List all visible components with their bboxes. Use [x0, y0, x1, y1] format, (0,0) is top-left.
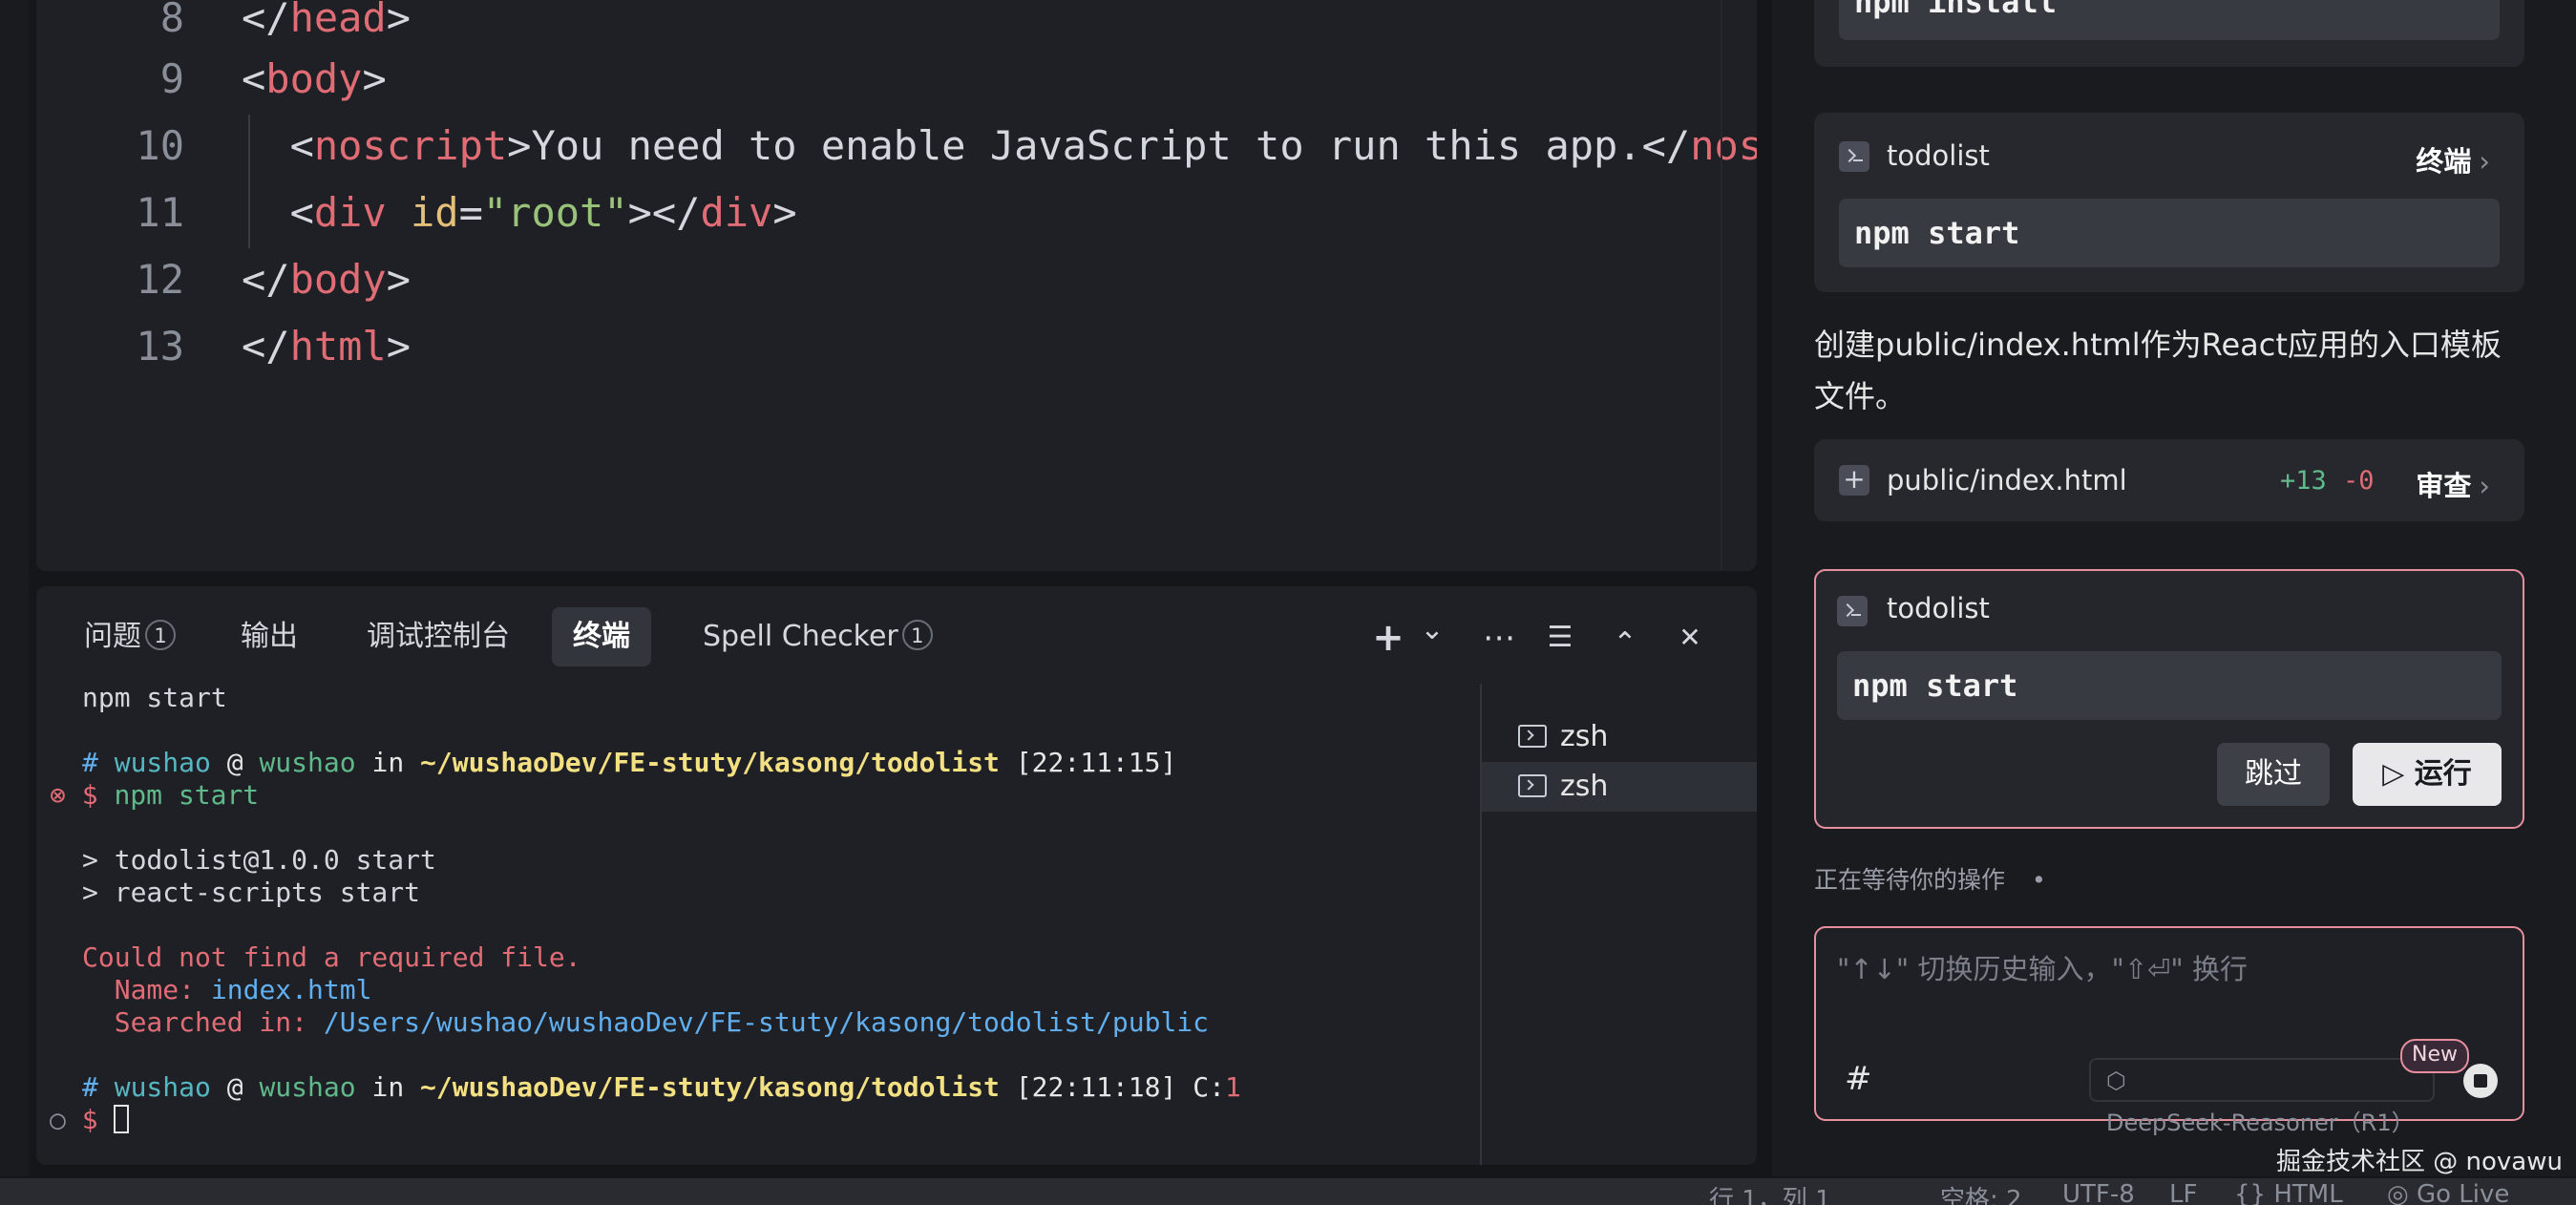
- status-circle-icon: ○: [50, 1104, 66, 1135]
- line-number: 12: [136, 256, 184, 303]
- settings-sliders-icon[interactable]: ☰: [1539, 611, 1581, 665]
- file-change-card[interactable]: + public/index.html +13 -0 审查 ›: [1814, 439, 2524, 521]
- code-text: <div id="root"></div>: [242, 189, 797, 236]
- indentation[interactable]: 空格: 2: [1940, 1180, 2022, 1205]
- waiting-dot: •: [2032, 866, 2046, 894]
- assistant-message: 创建public/index.html作为React应用的入口模板文件。: [1814, 327, 2502, 414]
- code-text: <body>: [242, 55, 387, 102]
- terminal-icon: [1837, 596, 1868, 626]
- encoding[interactable]: UTF-8: [2062, 1180, 2135, 1205]
- terminal-instance-zsh-1[interactable]: zsh: [1482, 712, 1757, 762]
- code-text: <noscript>You need to enable JavaScript …: [242, 122, 1757, 169]
- file-add-icon: +: [1839, 465, 1869, 496]
- editor-ruler: [1721, 0, 1722, 571]
- pending-command-card: todolist npm start 跳过 ▷ 运行: [1814, 569, 2524, 829]
- chevron-right-icon: ›: [2479, 470, 2490, 502]
- tab-terminal[interactable]: 终端: [552, 607, 651, 666]
- chevron-down-icon[interactable]: ⌄: [1411, 603, 1453, 657]
- open-terminal-link[interactable]: 终端 ›: [2416, 139, 2490, 180]
- bottom-panel: 问题 1 输出 调试控制台 终端 Spell Checker 1 + ⌄ ⋯ ☰ ⌃…: [36, 586, 1757, 1165]
- command-text: npm install: [1839, 0, 2500, 40]
- error-icon: ⊗: [50, 779, 66, 811]
- terminal-instance-zsh-2[interactable]: zsh: [1482, 762, 1757, 812]
- code-text: </body>: [242, 256, 412, 303]
- terminal-error-line: Name: index.html: [82, 974, 372, 1005]
- line-number: 11: [136, 189, 184, 236]
- terminal-error-line: Searched in: /Users/wushao/wushaoDev/FE-…: [82, 1006, 1210, 1038]
- code-text: </head>: [242, 0, 412, 41]
- terminal-prompt-line: # wushao @ wushao in ~/wushaoDev/FE-stut…: [82, 747, 1177, 778]
- line-number: 9: [159, 55, 184, 102]
- problems-count-badge: 1: [145, 620, 176, 650]
- context-hash-button[interactable]: #: [1845, 1060, 1872, 1098]
- terminal-icon: [1839, 141, 1869, 172]
- model-selector[interactable]: ⬡ DeepSeek-Reasoner（R1）: [2089, 1058, 2435, 1136]
- model-cube-icon: ⬡: [2106, 1068, 2126, 1094]
- play-icon: ▷: [2382, 757, 2405, 791]
- terminal-error-line: Could not find a required file.: [82, 941, 581, 973]
- command-text: npm start: [1837, 651, 2502, 720]
- terminal-line: > todolist@1.0.0 start: [82, 844, 436, 876]
- status-bar: 行 1，列 1 空格: 2 UTF-8 LF {} HTML ◎ Go Live: [0, 1178, 2576, 1205]
- terminal-cursor: [114, 1105, 130, 1133]
- chevron-up-icon[interactable]: ⌃: [1604, 617, 1646, 670]
- chat-input-placeholder[interactable]: "↑↓" 切换历史输入，"⇧⏎" 换行: [1837, 947, 2248, 987]
- ai-assistant-panel: npm install todolist 终端 › npm start 创建pub…: [1772, 0, 2576, 1176]
- tab-label: 问题: [84, 620, 141, 653]
- terminal-input-line[interactable]: ○ $: [50, 1104, 130, 1136]
- tab-label: Spell Checker: [703, 620, 898, 653]
- terminal-prompt-line: # wushao @ wushao in ~/wushaoDev/FE-stut…: [82, 1071, 1241, 1103]
- line-ending[interactable]: LF: [2169, 1180, 2197, 1205]
- language-mode[interactable]: {} HTML: [2234, 1180, 2343, 1205]
- command-card-install: npm install: [1814, 0, 2524, 67]
- lines-removed: -0: [2343, 466, 2375, 496]
- watermark: 掘金技术社区 @ novawu: [2276, 1148, 2563, 1176]
- tab-output[interactable]: 输出: [220, 607, 319, 666]
- activity-bar: [0, 0, 29, 1176]
- chat-input-box[interactable]: "↑↓" 切换历史输入，"⇧⏎" 换行 # ⬡ DeepSeek-Reasone…: [1814, 926, 2524, 1136]
- card-title: todolist: [1887, 592, 1990, 624]
- run-button[interactable]: ▷ 运行: [2353, 743, 2502, 806]
- close-panel-icon[interactable]: ✕: [1669, 611, 1711, 665]
- card-title: todolist: [1887, 139, 1990, 172]
- terminal-line: npm start: [82, 682, 227, 713]
- tab-problems[interactable]: 问题 1: [63, 607, 197, 666]
- tab-spell-checker[interactable]: Spell Checker 1: [682, 607, 954, 666]
- waiting-status: 正在等待你的操作 •: [1814, 866, 2046, 894]
- file-name: public/index.html: [1887, 464, 2127, 497]
- terminal-line: > react-scripts start: [82, 877, 421, 908]
- review-button[interactable]: 审查 ›: [2416, 464, 2490, 504]
- go-live-button[interactable]: ◎ Go Live: [2387, 1180, 2509, 1205]
- terminal-command-line: ⊗ $ npm start: [50, 779, 260, 811]
- line-number: 13: [136, 323, 184, 370]
- new-badge: New: [2400, 1039, 2469, 1073]
- command-text: npm start: [1839, 199, 2500, 267]
- terminal-icon: [1518, 725, 1547, 748]
- stop-icon[interactable]: [2463, 1064, 2498, 1098]
- code-editor[interactable]: 8 </head> 9 <body> 10 <noscript>You need to …: [36, 0, 1757, 571]
- line-number: 8: [159, 0, 184, 41]
- code-text: </html>: [242, 323, 412, 370]
- tab-debug-console[interactable]: 调试控制台: [346, 607, 531, 666]
- more-icon[interactable]: ⋯: [1478, 611, 1520, 665]
- lines-added: +13: [2280, 466, 2327, 496]
- command-card-start: todolist 终端 › npm start: [1814, 113, 2524, 292]
- terminal-icon: [1518, 774, 1547, 797]
- cursor-position[interactable]: 行 1，列 1: [1709, 1180, 1831, 1205]
- new-terminal-icon[interactable]: +: [1367, 611, 1409, 665]
- line-number: 10: [136, 122, 184, 169]
- spell-checker-count-badge: 1: [901, 620, 933, 650]
- chevron-right-icon: ›: [2479, 145, 2490, 178]
- skip-button[interactable]: 跳过: [2217, 743, 2330, 806]
